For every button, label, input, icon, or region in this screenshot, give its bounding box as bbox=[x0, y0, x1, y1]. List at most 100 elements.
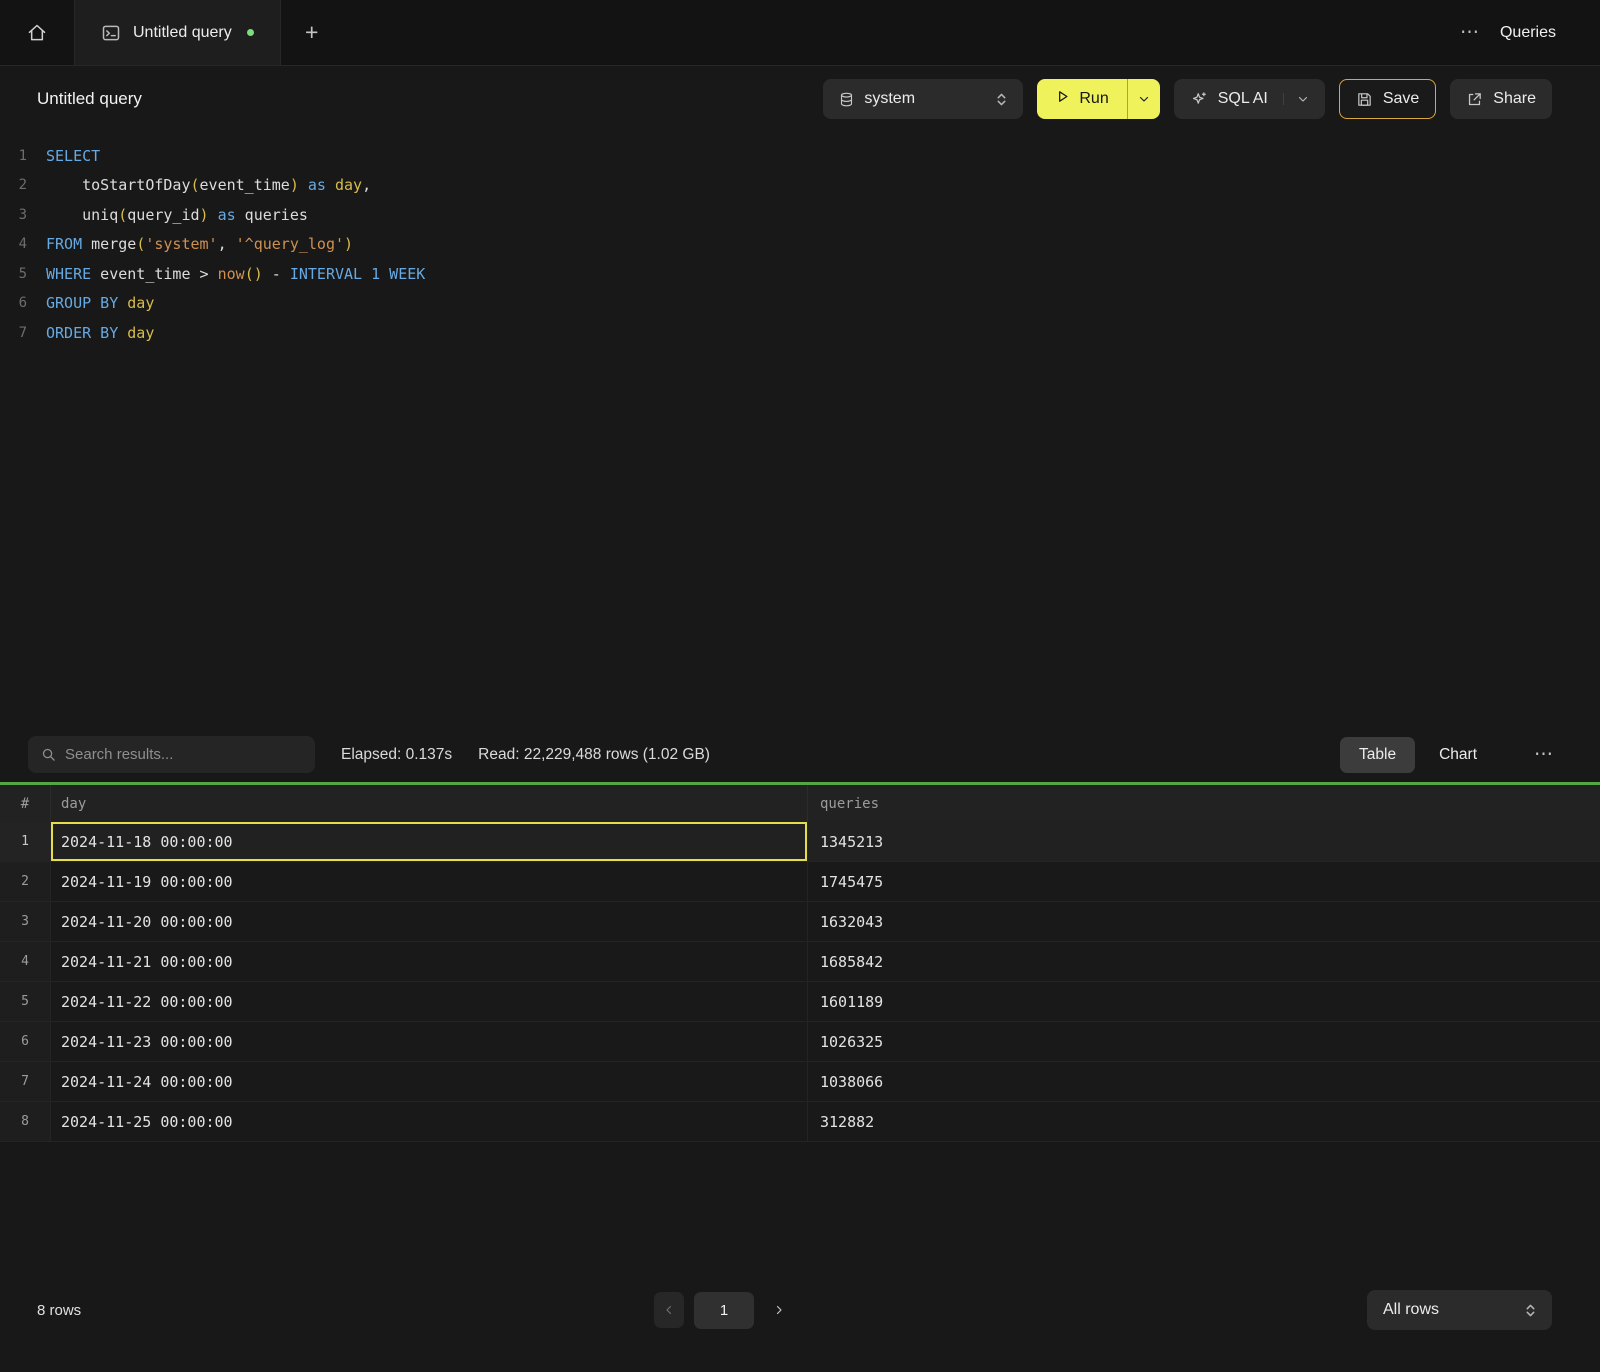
cell-queries[interactable]: 1026325 bbox=[807, 1022, 1600, 1061]
line-number: 7 bbox=[0, 325, 46, 341]
table-row[interactable]: 12024-11-18 00:00:001345213 bbox=[0, 822, 1600, 862]
sql-ai-button[interactable]: SQL AI bbox=[1174, 79, 1325, 119]
pagination: 1 bbox=[654, 1292, 794, 1329]
code-text: FROM merge('system', '^query_log') bbox=[46, 235, 353, 253]
cell-queries[interactable]: 1685842 bbox=[807, 942, 1600, 981]
console-icon bbox=[101, 23, 121, 43]
table-row[interactable]: 22024-11-19 00:00:001745475 bbox=[0, 862, 1600, 902]
search-results-box[interactable] bbox=[28, 736, 315, 773]
results-table-header: # day queries bbox=[0, 785, 1600, 822]
chevron-down-icon bbox=[1138, 93, 1150, 105]
code-text: WHERE event_time > now() - INTERVAL 1 WE… bbox=[46, 265, 425, 283]
code-line[interactable]: 5WHERE event_time > now() - INTERVAL 1 W… bbox=[0, 259, 1600, 289]
run-button[interactable]: Run bbox=[1037, 79, 1126, 119]
row-index: 1 bbox=[0, 822, 50, 861]
row-index: 3 bbox=[0, 902, 50, 941]
tab-table-view[interactable]: Table bbox=[1340, 737, 1415, 773]
tab-more-button[interactable]: ⋯ bbox=[1452, 17, 1488, 48]
table-row[interactable]: 32024-11-20 00:00:001632043 bbox=[0, 902, 1600, 942]
cell-day[interactable]: 2024-11-25 00:00:00 bbox=[50, 1102, 807, 1141]
unsaved-indicator-dot bbox=[247, 29, 254, 36]
home-button[interactable] bbox=[0, 0, 75, 65]
table-row[interactable]: 72024-11-24 00:00:001038066 bbox=[0, 1062, 1600, 1102]
code-line[interactable]: 4FROM merge('system', '^query_log') bbox=[0, 230, 1600, 260]
table-row[interactable]: 42024-11-21 00:00:001685842 bbox=[0, 942, 1600, 982]
run-button-group: Run bbox=[1037, 79, 1159, 119]
updown-chevron-icon bbox=[996, 92, 1007, 107]
code-line[interactable]: 1SELECT bbox=[0, 141, 1600, 171]
row-index: 7 bbox=[0, 1062, 50, 1101]
save-label: Save bbox=[1383, 90, 1419, 108]
sql-editor[interactable]: 1SELECT2 toStartOfDay(event_time) as day… bbox=[0, 132, 1600, 727]
share-label: Share bbox=[1493, 90, 1536, 108]
previous-page-button[interactable] bbox=[654, 1292, 684, 1328]
queries-button[interactable]: Queries bbox=[1498, 20, 1558, 46]
code-text: toStartOfDay(event_time) as day, bbox=[46, 176, 371, 194]
rows-per-page-value: All rows bbox=[1383, 1301, 1439, 1319]
code-text: ORDER BY day bbox=[46, 324, 154, 342]
table-row[interactable]: 82024-11-25 00:00:00312882 bbox=[0, 1102, 1600, 1142]
next-page-button[interactable] bbox=[764, 1292, 794, 1328]
results-footer: 8 rows 1 All rows bbox=[0, 1290, 1600, 1330]
row-index: 6 bbox=[0, 1022, 50, 1061]
database-value: system bbox=[864, 90, 915, 108]
rows-per-page-selector[interactable]: All rows bbox=[1367, 1290, 1552, 1330]
row-index: 5 bbox=[0, 982, 50, 1021]
tab-chart-view[interactable]: Chart bbox=[1420, 737, 1496, 773]
cell-day[interactable]: 2024-11-19 00:00:00 bbox=[50, 862, 807, 901]
search-icon bbox=[41, 747, 56, 762]
toolbar-actions: system Run bbox=[823, 79, 1552, 119]
save-icon bbox=[1356, 91, 1373, 108]
line-number: 2 bbox=[0, 177, 46, 193]
code-line[interactable]: 7ORDER BY day bbox=[0, 318, 1600, 348]
cell-queries[interactable]: 1345213 bbox=[807, 822, 1600, 861]
read-stat: Read: 22,229,488 rows (1.02 GB) bbox=[478, 746, 710, 764]
database-selector[interactable]: system bbox=[823, 79, 1023, 119]
column-header-index[interactable]: # bbox=[0, 785, 50, 822]
share-icon bbox=[1466, 91, 1483, 108]
results-toolbar: Elapsed: 0.137s Read: 22,229,488 rows (1… bbox=[0, 727, 1600, 782]
sparkles-icon bbox=[1190, 90, 1208, 108]
view-toggle: Table Chart bbox=[1340, 737, 1496, 773]
tab-untitled-query[interactable]: Untitled query bbox=[75, 0, 281, 65]
sql-console-app: Untitled query + ⋯ Queries Untitled quer… bbox=[0, 0, 1600, 1372]
tab-bar: Untitled query + ⋯ Queries bbox=[0, 0, 1600, 66]
cell-queries[interactable]: 1632043 bbox=[807, 902, 1600, 941]
column-header-day[interactable]: day bbox=[50, 785, 807, 822]
cell-queries[interactable]: 1745475 bbox=[807, 862, 1600, 901]
search-results-input[interactable] bbox=[65, 746, 302, 763]
code-line[interactable]: 3 uniq(query_id) as queries bbox=[0, 200, 1600, 230]
table-row[interactable]: 52024-11-22 00:00:001601189 bbox=[0, 982, 1600, 1022]
row-count: 8 rows bbox=[37, 1302, 81, 1319]
row-index: 4 bbox=[0, 942, 50, 981]
home-icon bbox=[27, 23, 47, 43]
cell-queries[interactable]: 1038066 bbox=[807, 1062, 1600, 1101]
cell-day[interactable]: 2024-11-21 00:00:00 bbox=[50, 942, 807, 981]
new-tab-button[interactable]: + bbox=[281, 0, 343, 65]
cell-day[interactable]: 2024-11-22 00:00:00 bbox=[50, 982, 807, 1021]
code-line[interactable]: 2 toStartOfDay(event_time) as day, bbox=[0, 171, 1600, 201]
column-header-queries[interactable]: queries bbox=[807, 785, 1600, 822]
cell-day[interactable]: 2024-11-24 00:00:00 bbox=[50, 1062, 807, 1101]
run-options-button[interactable] bbox=[1127, 79, 1160, 119]
chevron-down-icon[interactable] bbox=[1283, 93, 1309, 105]
chevron-left-icon bbox=[663, 1304, 675, 1316]
code-line[interactable]: 6GROUP BY day bbox=[0, 289, 1600, 319]
share-button[interactable]: Share bbox=[1450, 79, 1552, 119]
chevron-right-icon bbox=[773, 1304, 785, 1316]
page-number-button[interactable]: 1 bbox=[694, 1292, 754, 1329]
cell-day[interactable]: 2024-11-20 00:00:00 bbox=[50, 902, 807, 941]
cell-day[interactable]: 2024-11-18 00:00:00 bbox=[50, 822, 807, 861]
cell-day[interactable]: 2024-11-23 00:00:00 bbox=[50, 1022, 807, 1061]
line-number: 4 bbox=[0, 236, 46, 252]
code-text: SELECT bbox=[46, 147, 100, 165]
line-number: 3 bbox=[0, 207, 46, 223]
row-index: 2 bbox=[0, 862, 50, 901]
results-more-button[interactable]: ⋯ bbox=[1534, 743, 1554, 766]
table-row[interactable]: 62024-11-23 00:00:001026325 bbox=[0, 1022, 1600, 1062]
code-text: uniq(query_id) as queries bbox=[46, 206, 308, 224]
row-index: 8 bbox=[0, 1102, 50, 1141]
cell-queries[interactable]: 1601189 bbox=[807, 982, 1600, 1021]
cell-queries[interactable]: 312882 bbox=[807, 1102, 1600, 1141]
save-button[interactable]: Save bbox=[1339, 79, 1436, 119]
